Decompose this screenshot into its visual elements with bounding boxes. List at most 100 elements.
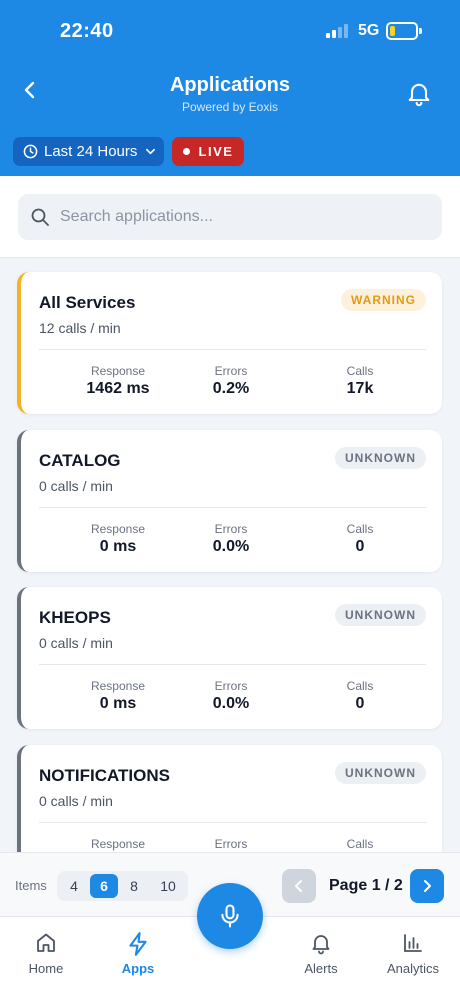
metric-calls: Calls 17k — [300, 364, 420, 398]
app-card-all-services[interactable]: All Services 12 calls / min WARNING Resp… — [17, 272, 442, 414]
time-range-selector[interactable]: Last 24 Hours — [13, 137, 164, 166]
app-call-rate: 0 calls / min — [39, 793, 113, 809]
metric-value: 0 ms — [99, 695, 137, 712]
tab-alerts[interactable]: Alerts — [281, 931, 361, 976]
status-badge: WARNING — [341, 289, 426, 311]
metric-response: Response — [58, 837, 178, 851]
metric-label: Response — [90, 522, 146, 536]
page-indicator: Page 1 / 2 — [329, 877, 403, 894]
app-name: KHEOPS — [39, 608, 111, 627]
live-dot-icon — [182, 148, 190, 155]
page-size-option-8[interactable]: 8 — [120, 874, 148, 898]
home-icon — [37, 933, 55, 952]
app-name: NOTIFICATIONS — [39, 766, 170, 785]
live-label: LIVE — [198, 144, 234, 159]
search-bar[interactable] — [18, 194, 442, 240]
page-size-selector: 4 6 8 10 — [57, 871, 188, 901]
items-per-page-label: Items — [15, 878, 47, 893]
tab-home[interactable]: Home — [6, 931, 86, 976]
metric-value: 0.0% — [212, 695, 250, 712]
tab-apps[interactable]: Apps — [98, 931, 178, 976]
page-size-option-4[interactable]: 4 — [60, 874, 88, 898]
tab-label: Apps — [121, 961, 155, 976]
card-divider — [39, 664, 426, 665]
lightning-icon — [129, 932, 147, 956]
previous-page-button[interactable] — [282, 869, 316, 903]
metric-errors: Errors 0.2% — [171, 364, 291, 398]
card-divider — [39, 822, 426, 823]
metric-value: 1462 ms — [86, 380, 150, 397]
app-card-kheops[interactable]: KHEOPS 0 calls / min UNKNOWN Response 0 … — [17, 587, 442, 729]
metric-label: Response — [90, 364, 146, 378]
app-card-notifications[interactable]: NOTIFICATIONS 0 calls / min UNKNOWN Resp… — [17, 745, 442, 852]
app-card-catalog[interactable]: CATALOG 0 calls / min UNKNOWN Response 0… — [17, 430, 442, 572]
status-badge: UNKNOWN — [335, 762, 426, 784]
microphone-icon — [221, 904, 239, 928]
search-icon — [31, 208, 49, 226]
metric-value: 0.0% — [212, 538, 250, 555]
chevron-left-icon — [295, 880, 302, 892]
metric-errors: Errors — [171, 837, 291, 851]
metric-label: Errors — [214, 679, 248, 693]
metric-value: 0 — [355, 695, 365, 712]
tab-label: Alerts — [304, 961, 338, 976]
page-size-option-6[interactable]: 6 — [90, 874, 118, 898]
page-title: Applications — [169, 74, 290, 96]
bell-icon — [408, 83, 430, 107]
metric-label: Errors — [214, 364, 248, 378]
app-header: 22:40 5G Applications Powered by Eoxis L… — [0, 0, 460, 176]
chevron-down-icon — [146, 148, 156, 155]
metric-label: Errors — [214, 837, 248, 851]
page-subtitle: Powered by Eoxis — [181, 100, 279, 114]
metric-label: Calls — [346, 522, 374, 536]
clock-icon — [23, 144, 38, 159]
metric-label: Response — [90, 679, 146, 693]
battery-icon — [386, 22, 422, 40]
notifications-button[interactable] — [402, 76, 436, 110]
metric-errors: Errors 0.0% — [171, 522, 291, 556]
search-section — [0, 176, 460, 258]
metric-label: Calls — [346, 364, 374, 378]
voice-input-button[interactable] — [197, 883, 263, 949]
signal-icon — [326, 24, 350, 38]
app-call-rate: 0 calls / min — [39, 478, 113, 494]
page-size-option-10[interactable]: 10 — [152, 874, 184, 898]
metric-value: 0.2% — [212, 380, 250, 397]
metric-value: 0 ms — [99, 538, 137, 555]
app-name: All Services — [39, 293, 136, 312]
app-call-rate: 12 calls / min — [39, 320, 121, 336]
tab-label: Analytics — [386, 961, 440, 976]
metric-value: 17k — [346, 380, 374, 397]
applications-list: All Services 12 calls / min WARNING Resp… — [0, 259, 460, 852]
tab-analytics[interactable]: Analytics — [373, 931, 453, 976]
time-range-label: Last 24 Hours — [44, 143, 138, 160]
metric-label: Calls — [346, 837, 374, 851]
metric-label: Response — [90, 837, 146, 851]
metric-errors: Errors 0.0% — [171, 679, 291, 713]
status-bar: 22:40 5G — [0, 0, 460, 62]
tab-label: Home — [28, 961, 64, 976]
bell-icon — [312, 935, 330, 955]
metric-label: Errors — [214, 522, 248, 536]
app-name: CATALOG — [39, 451, 121, 470]
metric-response: Response 1462 ms — [58, 364, 178, 398]
next-page-button[interactable] — [410, 869, 444, 903]
status-time: 22:40 — [60, 20, 114, 42]
bar-chart-icon — [404, 934, 422, 952]
metric-calls: Calls 0 — [300, 679, 420, 713]
card-divider — [39, 349, 426, 350]
metric-response: Response 0 ms — [58, 522, 178, 556]
app-call-rate: 0 calls / min — [39, 635, 113, 651]
live-toggle[interactable]: LIVE — [172, 137, 244, 166]
network-type: 5G — [358, 22, 380, 39]
search-input[interactable] — [60, 208, 420, 226]
metric-calls: Calls — [300, 837, 420, 851]
metric-label: Calls — [346, 679, 374, 693]
status-badge: UNKNOWN — [335, 447, 426, 469]
status-badge: UNKNOWN — [335, 604, 426, 626]
metric-calls: Calls 0 — [300, 522, 420, 556]
chevron-right-icon — [424, 880, 431, 892]
card-divider — [39, 507, 426, 508]
metric-value: 0 — [355, 538, 365, 555]
metric-response: Response 0 ms — [58, 679, 178, 713]
